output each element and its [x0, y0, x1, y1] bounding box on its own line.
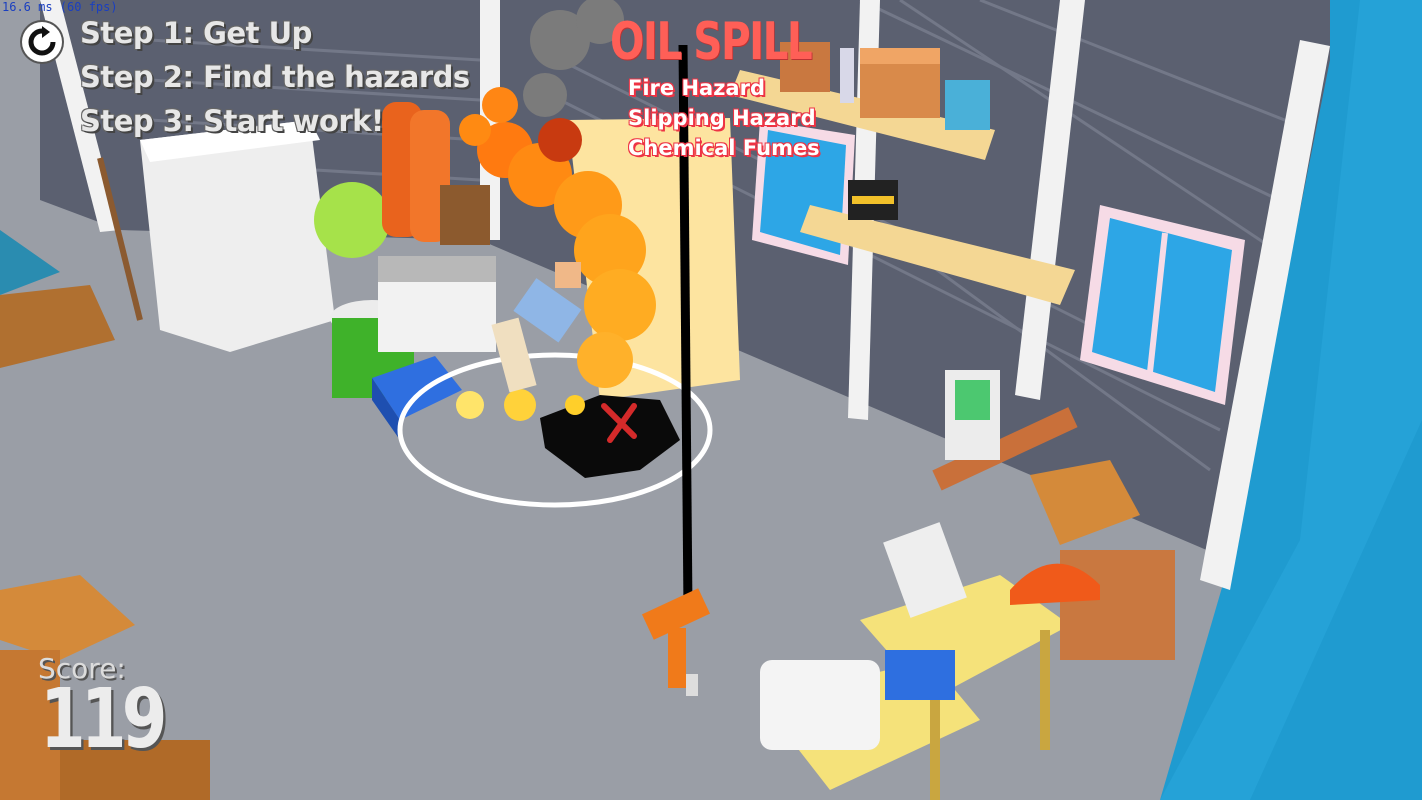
green-ball: [314, 182, 390, 258]
hazard-item-fire: Fire Hazard: [628, 76, 765, 100]
hazard-item-fumes: Chemical Fumes: [628, 136, 820, 160]
restart-icon: [28, 26, 56, 56]
step-1-text: Step 1: Get Up: [80, 16, 312, 50]
score-value: 119: [40, 672, 167, 767]
step-3-text: Step 3: Start work!: [80, 104, 384, 138]
hazard-title: OIL SPILL: [610, 12, 813, 72]
step-2-text: Step 2: Find the hazards: [80, 60, 470, 94]
fridge: [140, 120, 335, 352]
perf-readout: 16.6 ms (60 fps): [2, 0, 118, 14]
restart-button[interactable]: [22, 22, 62, 62]
safety-sign: [945, 370, 1000, 460]
hazard-item-slipping: Slipping Hazard: [628, 106, 816, 130]
